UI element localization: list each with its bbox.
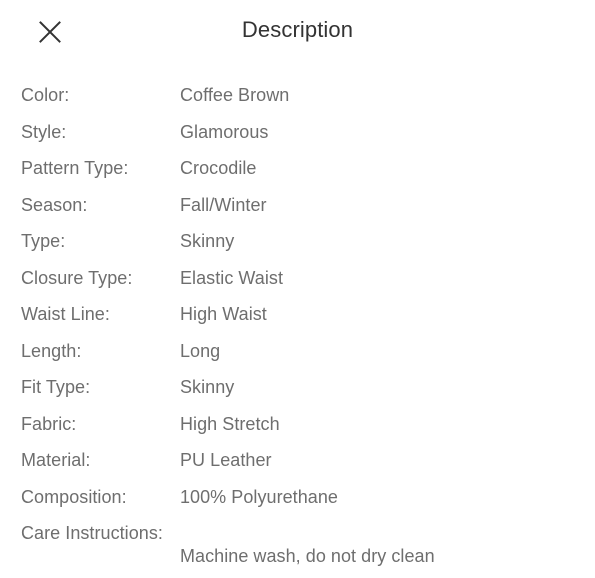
spec-value: Long [180, 340, 221, 361]
spec-value: Glamorous [180, 121, 269, 142]
spec-label: Length: [21, 340, 82, 361]
spec-value: Machine wash, do not dry clean [180, 546, 435, 566]
spec-list: Color: Coffee Brown Style: Glamorous Pat… [0, 62, 595, 568]
spec-value: Skinny [180, 377, 235, 397]
spec-label: Color: [21, 85, 70, 105]
spec-value: High Stretch [180, 413, 280, 434]
spec-value: High Waist [180, 304, 267, 324]
spec-value: PU Leather [180, 450, 272, 470]
spec-row-material: Material: PU Leather [0, 449, 595, 472]
spec-value: 100% Polyurethane [180, 486, 338, 507]
spec-label: Type: [21, 231, 66, 251]
spec-label: Fit Type: [21, 377, 91, 397]
spec-value: Coffee Brown [180, 85, 290, 105]
spec-label: Closure Type: [21, 267, 133, 288]
spec-row-closure-type: Closure Type: Elastic Waist [0, 267, 595, 290]
spec-label: Care Instructions: [21, 523, 163, 543]
spec-value: Crocodile [180, 158, 257, 178]
spec-row-composition: Composition: 100% Polyurethane [0, 486, 595, 509]
spec-label: Composition: [21, 486, 127, 507]
spec-value: Elastic Waist [180, 267, 283, 288]
spec-row-color: Color: Coffee Brown [0, 84, 595, 107]
spec-row-fabric: Fabric: High Stretch [0, 413, 595, 436]
panel-header: Description [0, 0, 595, 62]
spec-value: Fall/Winter [180, 194, 267, 215]
spec-value: Skinny [180, 231, 235, 251]
spec-row-season: Season: Fall/Winter [0, 194, 595, 217]
spec-label: Waist Line: [21, 304, 110, 324]
page-title: Description [241, 17, 354, 42]
spec-row-pattern-type: Pattern Type: Crocodile [0, 157, 595, 180]
spec-label: Style: [21, 121, 67, 142]
spec-row-fit-type: Fit Type: Skinny [0, 376, 595, 399]
spec-row-style: Style: Glamorous [0, 121, 595, 144]
spec-label: Material: [21, 450, 91, 470]
spec-row-waist-line: Waist Line: High Waist [0, 303, 595, 326]
spec-label: Fabric: [21, 413, 77, 434]
spec-row-length: Length: Long [0, 340, 595, 363]
spec-row-care-instructions: Care Instructions: Machine wash, do not … [0, 522, 595, 568]
spec-label: Season: [21, 194, 88, 215]
spec-row-type: Type: Skinny [0, 230, 595, 253]
spec-label: Pattern Type: [21, 158, 129, 178]
description-panel: Description Color: Coffee Brown Style: G… [0, 0, 595, 578]
